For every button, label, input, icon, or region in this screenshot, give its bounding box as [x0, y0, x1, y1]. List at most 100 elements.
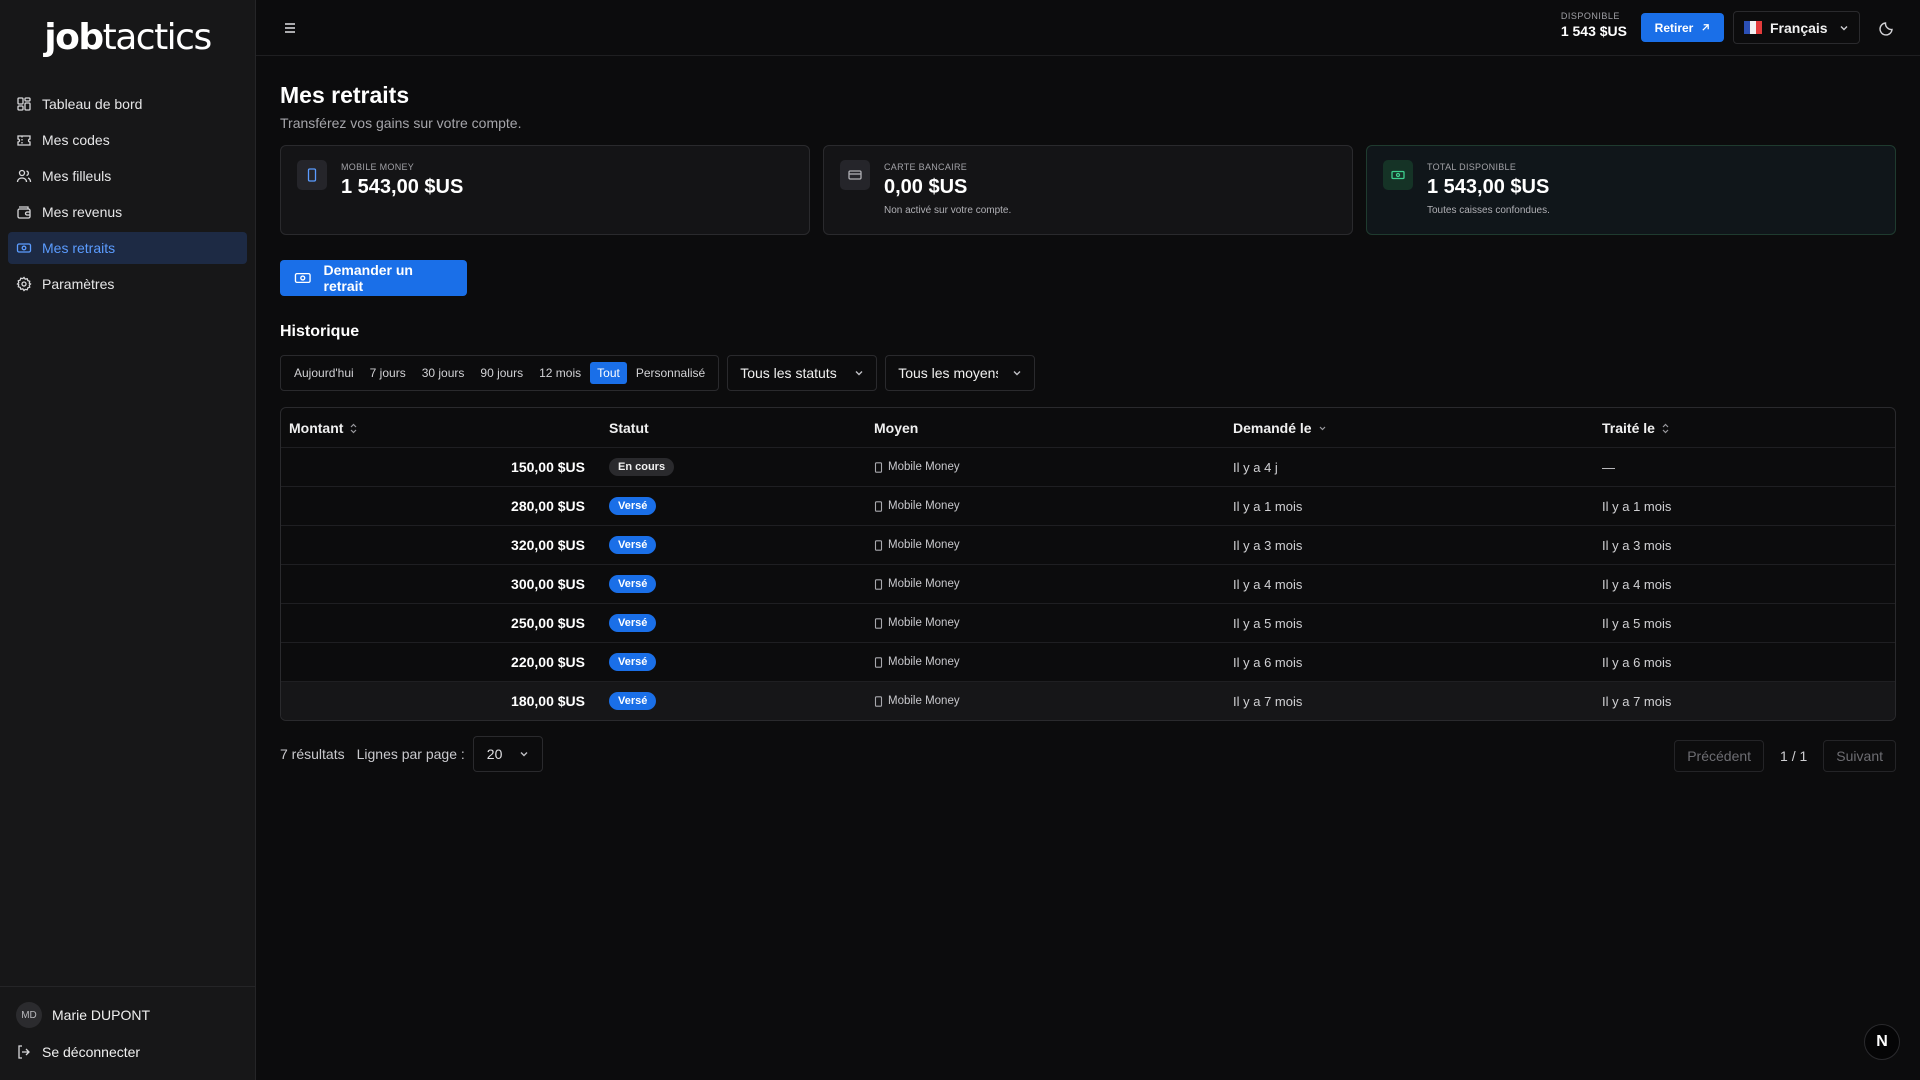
cell-amount: 220,00 $US [511, 654, 585, 670]
card-label: MOBILE MONEY [341, 162, 415, 172]
user-name: Marie DUPONT [52, 1007, 151, 1023]
method-label: Mobile Money [874, 461, 1217, 473]
corner-badge[interactable]: N [1864, 1024, 1900, 1060]
sidebar-item-revenus[interactable]: Mes revenus [8, 196, 247, 228]
method-label: Mobile Money [874, 656, 1217, 668]
cell-amount: 250,00 $US [511, 615, 585, 631]
rows-per-page-value: 20 [486, 746, 503, 762]
history-title: Historique [280, 323, 360, 340]
balance-cards: MOBILE MONEY 1 543,00 $US CARTE BANCAIRE… [280, 145, 1896, 235]
period-all[interactable]: Tout [590, 362, 627, 384]
status-badge: Versé [609, 653, 657, 671]
cell-requested: Il y a 4 j [1233, 459, 1278, 475]
cell-requested: Il y a 6 mois [1233, 654, 1303, 670]
method-label: Mobile Money [874, 500, 1217, 512]
dashboard-icon [17, 97, 31, 111]
sidebar-item-filleuls[interactable]: Mes filleuls [8, 160, 247, 192]
available-label: DISPONIBLE [1560, 11, 1620, 21]
period-today[interactable]: Aujourd'hui [287, 362, 361, 384]
credit-card-icon [848, 170, 862, 180]
card-value: 1 543,00 $US [1427, 176, 1550, 198]
language-select[interactable]: Français [1733, 11, 1860, 44]
cell-amount: 300,00 $US [511, 576, 585, 592]
phone-icon [874, 539, 883, 551]
cell-requested: Il y a 3 mois [1233, 537, 1303, 553]
card-bank-card: CARTE BANCAIRE 0,00 $US Non activé sur v… [823, 145, 1353, 235]
method-text: Mobile Money [888, 500, 960, 512]
sidebar-nav: Tableau de bord Mes codes Mes filleuls M… [0, 74, 255, 300]
rows-per-page-select[interactable]: 20 [472, 736, 543, 772]
period-7-days[interactable]: 7 jours [363, 362, 413, 384]
header-processed[interactable]: Traité le [1594, 420, 1895, 436]
sidebar-item-parametres[interactable]: Paramètres [8, 268, 247, 300]
user-profile[interactable]: MD Marie DUPONT [16, 997, 240, 1033]
cell-method: Mobile Money [866, 500, 1225, 512]
status-filter-value: Tous les statuts [740, 365, 837, 381]
available-value: 1 543 $US [1560, 23, 1627, 39]
sort-icon [351, 423, 357, 434]
period-12-months[interactable]: 12 mois [532, 362, 588, 384]
method-label: Mobile Money [874, 539, 1217, 551]
cell-status: Versé [593, 692, 866, 710]
next-page-button[interactable]: Suivant [1823, 740, 1896, 772]
banknote-icon [294, 272, 311, 284]
method-text: Mobile Money [888, 695, 960, 707]
logo[interactable]: job tactics [0, 0, 255, 74]
cell-status: Versé [593, 614, 866, 632]
cell-amount: 180,00 $US [511, 693, 585, 709]
period-30-days[interactable]: 30 jours [415, 362, 472, 384]
card-label: CARTE BANCAIRE [884, 162, 968, 172]
card-icon-wrap [297, 160, 327, 190]
table-row[interactable]: 250,00 $US Versé Mobile Money Il y a 5 mois… [281, 603, 1895, 642]
pagination: 7 résultats Lignes par page : 20 Précéde… [280, 736, 1896, 772]
method-text: Mobile Money [888, 578, 960, 590]
status-filter-select[interactable]: Tous les statuts [727, 355, 878, 391]
request-withdrawal-button[interactable]: Demander un retrait [280, 260, 467, 296]
history-filters: Aujourd'hui 7 jours 30 jours 90 jours 12… [280, 355, 1896, 391]
sidebar-item-dashboard[interactable]: Tableau de bord [8, 88, 247, 120]
card-icon-wrap [840, 160, 870, 190]
logo-bold: job [44, 16, 104, 58]
withdraw-button[interactable]: Retirer [1641, 13, 1724, 42]
menu-icon[interactable] [280, 18, 300, 38]
phone-icon [874, 695, 883, 707]
sidebar-footer: MD Marie DUPONT Se déconnecter [0, 986, 256, 1080]
method-filter-value: Tous les moyens [898, 365, 999, 381]
status-badge: Versé [609, 575, 657, 593]
method-filter-select[interactable]: Tous les moyens [885, 355, 1036, 391]
sidebar-item-label: Tableau de bord [42, 96, 143, 112]
period-custom[interactable]: Personnalisé [629, 362, 712, 384]
sidebar: job tactics Tableau de bord Mes codes Mes… [0, 0, 256, 1080]
sidebar-item-codes[interactable]: Mes codes [8, 124, 247, 156]
table-body: 150,00 $US En cours Mobile Money Il y a 4 j… [281, 447, 1895, 720]
method-label: Mobile Money [874, 695, 1217, 707]
table-row[interactable]: 300,00 $US Versé Mobile Money Il y a 4 mois… [281, 564, 1895, 603]
table-row[interactable]: 280,00 $US Versé Mobile Money Il y a 1 mois… [281, 486, 1895, 525]
phone-icon [874, 617, 883, 629]
logout-button[interactable]: Se déconnecter [16, 1037, 240, 1067]
period-90-days[interactable]: 90 jours [473, 362, 530, 384]
banknote-icon [16, 243, 32, 253]
previous-page-button[interactable]: Précédent [1674, 740, 1765, 772]
cell-requested: Il y a 4 mois [1233, 576, 1303, 592]
cell-method: Mobile Money [866, 461, 1225, 473]
header-requested[interactable]: Demandé le [1225, 420, 1594, 436]
table-row[interactable]: 220,00 $US Versé Mobile Money Il y a 6 mois… [281, 642, 1895, 681]
table-row[interactable]: 150,00 $US En cours Mobile Money Il y a 4 j… [281, 447, 1895, 486]
method-text: Mobile Money [888, 539, 960, 551]
moon-icon[interactable] [1878, 19, 1896, 37]
phone-icon [874, 578, 883, 590]
header-method: Moyen [874, 419, 919, 436]
status-badge: Versé [609, 614, 657, 632]
gear-icon [16, 276, 32, 292]
header-amount[interactable]: Montant [281, 420, 593, 436]
cell-method: Mobile Money [866, 656, 1225, 668]
table-row[interactable]: 320,00 $US Versé Mobile Money Il y a 3 mois… [281, 525, 1895, 564]
users-icon [16, 169, 32, 183]
avatar: MD [16, 1002, 42, 1028]
table-row[interactable]: 180,00 $US Versé Mobile Money Il y a 7 mois… [281, 681, 1895, 720]
cell-processed: — [1602, 459, 1615, 475]
rows-per-page-label: Lignes par page : [356, 746, 465, 762]
sidebar-item-retraits[interactable]: Mes retraits [8, 232, 247, 264]
sidebar-item-label: Mes revenus [42, 204, 123, 220]
